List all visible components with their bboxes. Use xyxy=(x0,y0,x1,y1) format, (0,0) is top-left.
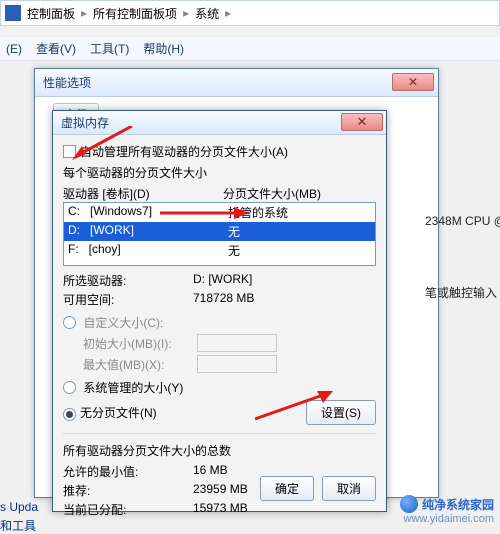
selected-drive-label: 所选驱动器: xyxy=(63,272,193,289)
left-partial-1: s Upda xyxy=(0,500,38,514)
watermark: 纯净系统家园 www.yidaimei.com xyxy=(400,495,494,525)
menu-view[interactable]: 查看(V) xyxy=(36,40,76,57)
vm-title: 虚拟内存 xyxy=(61,114,109,131)
min-label: 允许的最小值: xyxy=(63,463,193,480)
rec-label: 推荐: xyxy=(63,482,193,499)
drive-list[interactable]: C: [Windows7]托管的系统 D: [WORK]无 F: [choy]无 xyxy=(63,202,376,266)
virtual-memory-dialog: 虚拟内存 ✕ 自动管理所有驱动器的分页文件大小(A) 每个驱动器的分页文件大小 … xyxy=(52,110,387,512)
close-icon[interactable]: ✕ xyxy=(392,73,434,91)
watermark-logo-icon xyxy=(400,495,418,513)
initial-size-input[interactable] xyxy=(197,334,277,352)
breadcrumb-b[interactable]: 所有控制面板项 xyxy=(93,5,177,22)
auto-manage-checkbox[interactable] xyxy=(63,145,76,158)
control-panel-icon xyxy=(5,5,21,21)
menu-bar: (E) 查看(V) 工具(T) 帮助(H) xyxy=(0,37,500,61)
cur-value: 15973 MB xyxy=(193,501,248,518)
auto-manage-label: 自动管理所有驱动器的分页文件大小(A) xyxy=(80,143,288,160)
menu-help[interactable]: 帮助(H) xyxy=(143,40,184,57)
breadcrumb-a[interactable]: 控制面板 xyxy=(27,5,75,22)
col-size: 分页文件大小(MB) xyxy=(223,185,321,202)
radio-no-paging[interactable] xyxy=(63,408,76,421)
radio-custom-size[interactable] xyxy=(63,316,76,329)
cur-label: 当前已分配: xyxy=(63,501,193,518)
per-drive-label: 每个驱动器的分页文件大小 xyxy=(63,164,376,181)
cpu-partial-text: 2348M CPU @ xyxy=(425,214,500,228)
chevron-right-icon: ▸ xyxy=(75,6,93,20)
rec-value: 23959 MB xyxy=(193,482,248,499)
radio-no-paging-label: 无分页文件(N) xyxy=(80,404,157,421)
min-value: 16 MB xyxy=(193,463,228,480)
totals-title: 所有驱动器分页文件大小的总数 xyxy=(63,442,376,459)
set-button[interactable]: 设置(S) xyxy=(306,400,376,425)
max-size-input[interactable] xyxy=(197,355,277,373)
divider xyxy=(63,433,376,434)
cancel-button[interactable]: 取消 xyxy=(322,476,376,501)
radio-system-managed[interactable] xyxy=(63,381,76,394)
watermark-url: www.yidaimei.com xyxy=(400,513,494,525)
pen-partial-text: 笔或触控输入 xyxy=(425,284,497,301)
radio-system-label: 系统管理的大小(Y) xyxy=(83,381,183,395)
list-item: C: [Windows7]托管的系统 xyxy=(64,203,375,222)
left-partial-2: 和工具 xyxy=(0,517,36,534)
max-size-label: 最大值(MB)(X): xyxy=(83,356,193,373)
perf-title: 性能选项 xyxy=(43,74,91,91)
list-item: F: [choy]无 xyxy=(64,241,375,260)
free-space-value: 718728 MB xyxy=(193,291,254,308)
vm-titlebar[interactable]: 虚拟内存 ✕ xyxy=(53,111,386,135)
list-item: D: [WORK]无 xyxy=(64,222,375,241)
free-space-label: 可用空间: xyxy=(63,291,193,308)
breadcrumb-c[interactable]: 系统 xyxy=(195,5,219,22)
ok-button[interactable]: 确定 xyxy=(260,476,314,501)
col-drive: 驱动器 [卷标](D) xyxy=(63,185,223,202)
chevron-right-icon: ▸ xyxy=(177,6,195,20)
close-icon[interactable]: ✕ xyxy=(341,113,383,131)
menu-edit[interactable]: (E) xyxy=(6,42,22,56)
chevron-right-icon: ▸ xyxy=(219,6,237,20)
initial-size-label: 初始大小(MB)(I): xyxy=(83,335,193,352)
menu-tools[interactable]: 工具(T) xyxy=(90,40,129,57)
breadcrumb-bar[interactable]: 控制面板 ▸ 所有控制面板项 ▸ 系统 ▸ xyxy=(0,0,500,26)
selected-drive-value: D: [WORK] xyxy=(193,272,252,289)
perf-titlebar[interactable]: 性能选项 ✕ xyxy=(35,69,438,97)
radio-custom-label: 自定义大小(C): xyxy=(83,316,163,330)
watermark-name: 纯净系统家园 xyxy=(422,496,494,513)
